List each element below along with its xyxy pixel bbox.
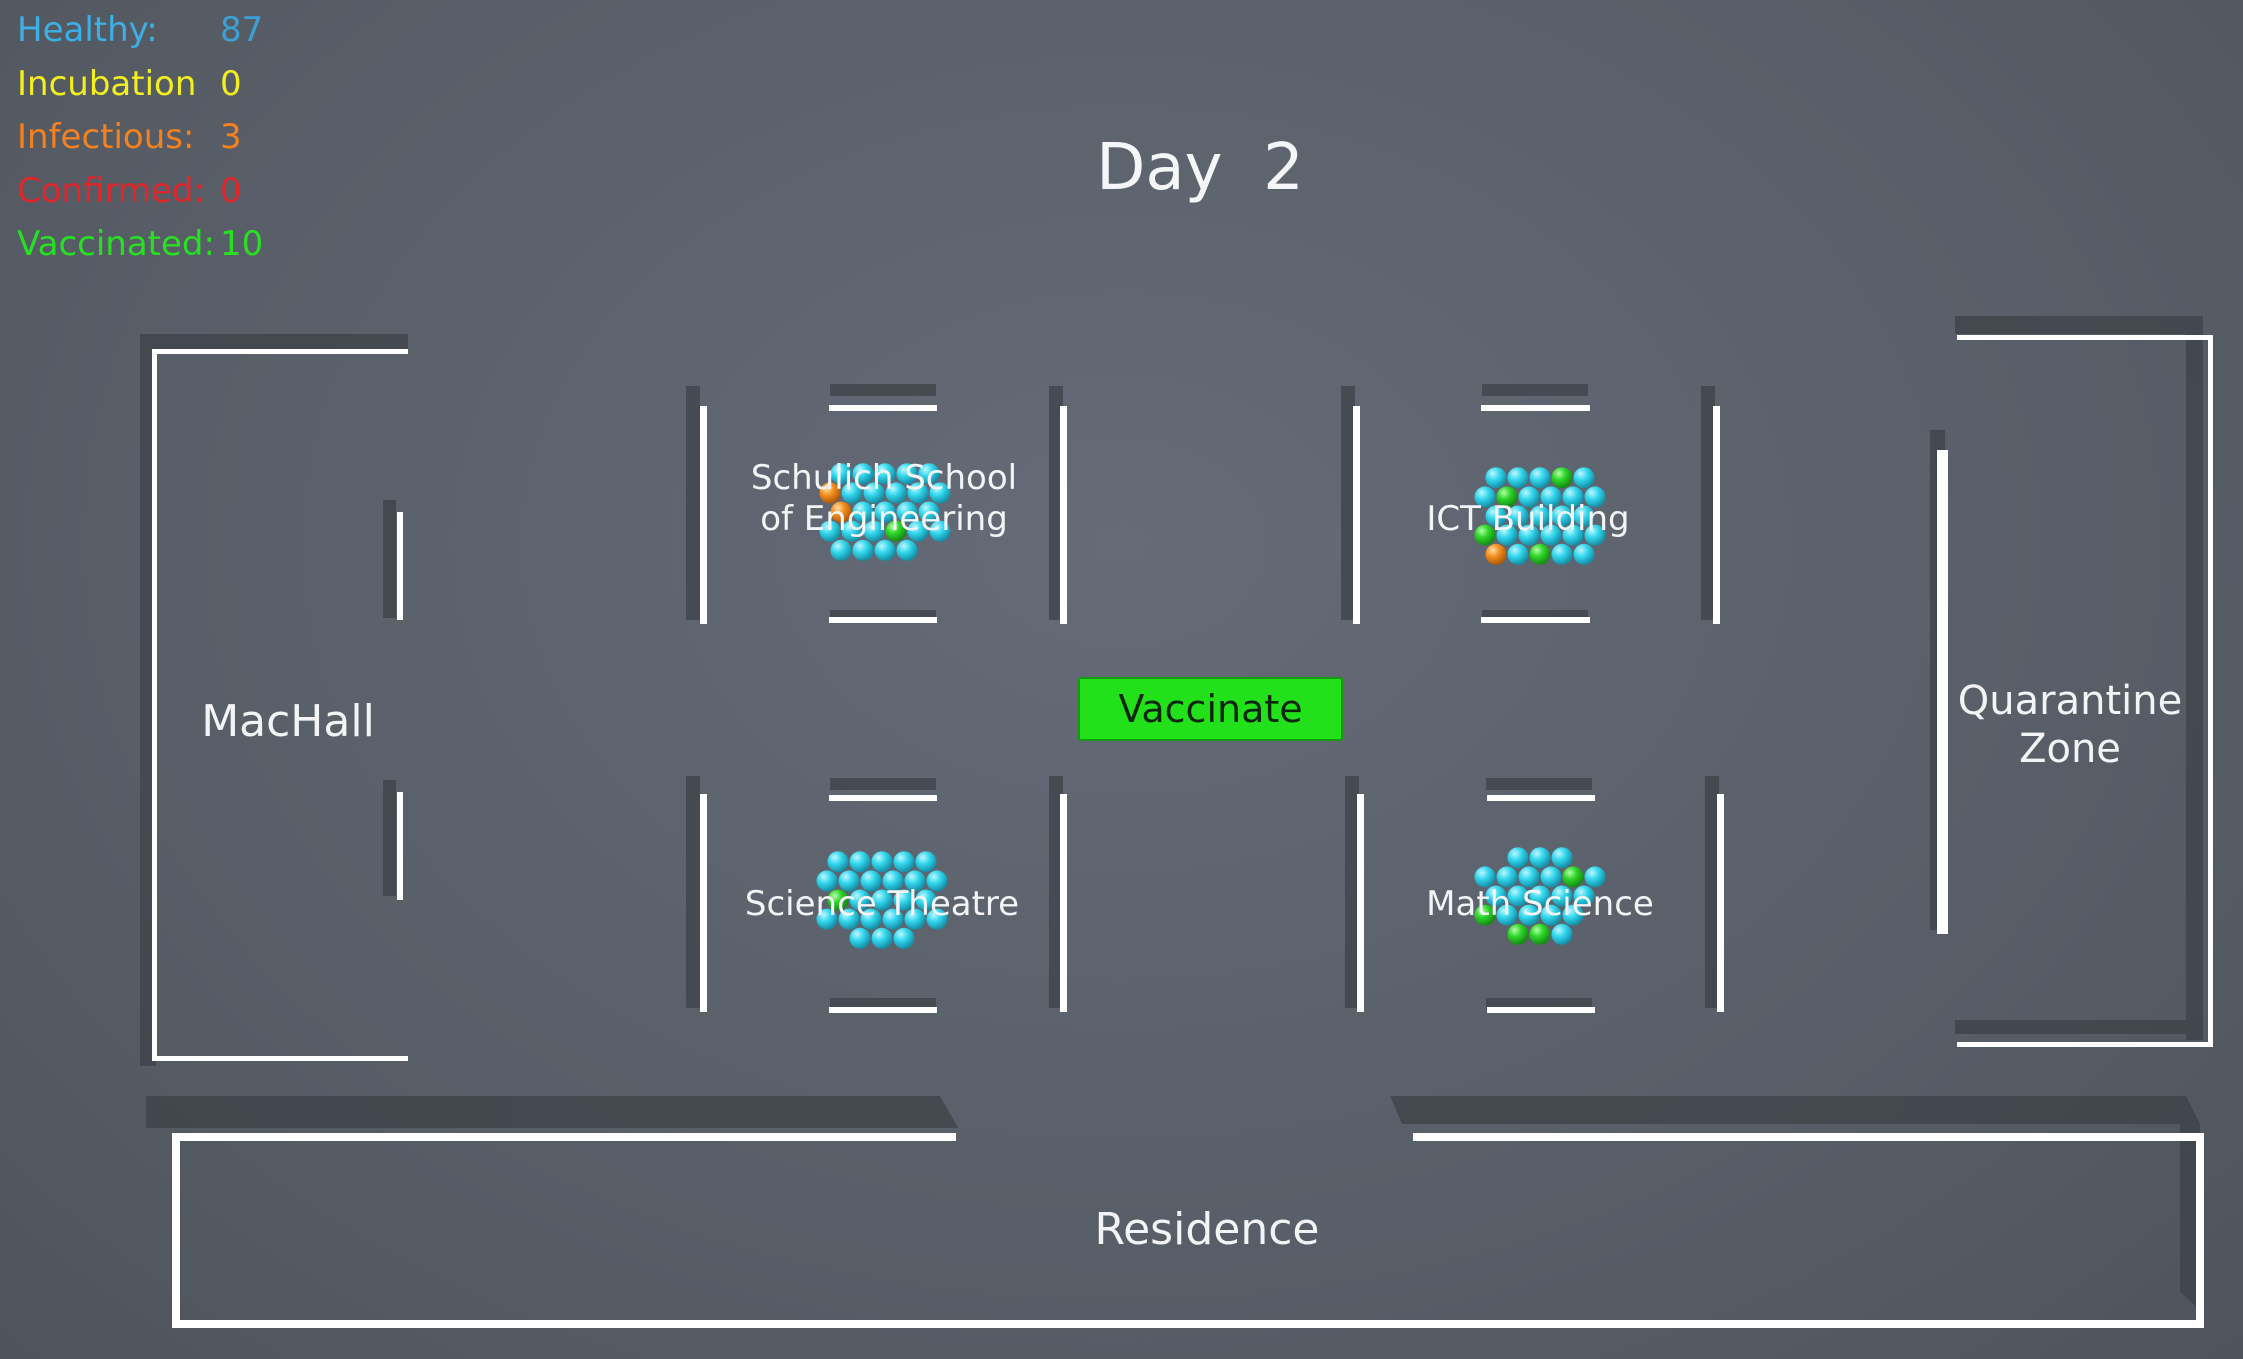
wall bbox=[152, 1056, 408, 1061]
wall bbox=[1937, 450, 1948, 934]
stat-incubation-value: 0 bbox=[220, 63, 242, 104]
stat-confirmed-label: Confirmed: bbox=[17, 170, 205, 211]
vaccinated-agent bbox=[1551, 467, 1573, 489]
day-counter: Day 2 bbox=[1096, 131, 1304, 205]
wall bbox=[1713, 406, 1720, 624]
vaccinated-agent bbox=[1529, 543, 1551, 565]
vaccinate-button[interactable]: Vaccinate bbox=[1078, 677, 1343, 741]
stat-vaccinated-label: Vaccinated: bbox=[17, 224, 215, 264]
wall bbox=[397, 512, 403, 620]
stat-infectious-label: Infectious: bbox=[17, 117, 195, 157]
zone-label-science-theatre: Science Theatre bbox=[745, 884, 1019, 924]
wall bbox=[172, 1133, 180, 1328]
zone-label-machall: MacHall bbox=[201, 696, 375, 747]
wall bbox=[829, 617, 937, 623]
wall bbox=[1957, 1042, 2213, 1047]
stat-confirmed-value: 0 bbox=[220, 170, 242, 211]
healthy-agent bbox=[1573, 543, 1595, 565]
wall bbox=[1487, 1007, 1595, 1013]
wall bbox=[172, 1133, 956, 1141]
vaccinated-agent bbox=[1507, 923, 1529, 945]
wall bbox=[829, 795, 937, 801]
healthy-agent bbox=[849, 851, 871, 873]
wall bbox=[1060, 406, 1067, 624]
stat-incubation-label: Incubation bbox=[17, 63, 197, 104]
walls bbox=[152, 335, 2213, 1328]
healthy-agent bbox=[871, 851, 893, 873]
stat-vaccinated-value: 10 bbox=[220, 224, 264, 264]
infectious-agent bbox=[1485, 543, 1507, 565]
wall bbox=[829, 405, 937, 411]
healthy-agent bbox=[874, 539, 896, 561]
wall bbox=[1717, 794, 1724, 1012]
healthy-agent bbox=[893, 851, 915, 873]
wall bbox=[152, 349, 408, 354]
healthy-agent bbox=[896, 539, 918, 561]
healthy-agent bbox=[1551, 923, 1573, 945]
wall bbox=[152, 349, 157, 1061]
healthy-agent bbox=[1507, 467, 1529, 489]
healthy-agent bbox=[827, 851, 849, 873]
wall bbox=[397, 792, 403, 900]
healthy-agent bbox=[871, 927, 893, 949]
wall bbox=[172, 1320, 2204, 1328]
healthy-agent bbox=[849, 927, 871, 949]
healthy-agent bbox=[1507, 543, 1529, 565]
wall bbox=[1353, 406, 1360, 624]
healthy-agent bbox=[852, 539, 874, 561]
wall bbox=[1481, 405, 1590, 411]
wall bbox=[2196, 1133, 2204, 1328]
wall bbox=[1413, 1133, 2204, 1141]
healthy-agent bbox=[915, 851, 937, 873]
zone-label-schulich-line2: of Engineering bbox=[760, 499, 1008, 539]
zone-label-schulich-line1: Schulich School bbox=[751, 458, 1017, 498]
wall bbox=[829, 1007, 937, 1013]
stat-infectious-value: 3 bbox=[220, 117, 242, 157]
wall bbox=[1487, 795, 1595, 801]
stat-healthy-value: 87 bbox=[220, 10, 264, 50]
healthy-agent bbox=[1529, 847, 1551, 869]
healthy-agent bbox=[893, 927, 915, 949]
healthy-agent bbox=[1529, 467, 1551, 489]
healthy-agent bbox=[1551, 847, 1573, 869]
vaccinated-agent bbox=[1529, 923, 1551, 945]
zone-label-quarantine-line2: Zone bbox=[2019, 726, 2121, 772]
healthy-agent bbox=[1551, 543, 1573, 565]
healthy-agent bbox=[1507, 847, 1529, 869]
wall-shadows bbox=[140, 316, 2203, 1310]
healthy-agent bbox=[1485, 467, 1507, 489]
wall bbox=[700, 406, 707, 624]
zone-label-residence: Residence bbox=[1095, 1204, 1320, 1255]
wall bbox=[1957, 335, 2213, 340]
wall bbox=[1357, 794, 1364, 1012]
wall bbox=[700, 794, 707, 1012]
wall bbox=[2208, 335, 2213, 1047]
healthy-agent bbox=[1573, 467, 1595, 489]
stat-healthy-label: Healthy: bbox=[17, 10, 158, 50]
zone-label-math-science: Math Science bbox=[1426, 884, 1654, 924]
wall bbox=[1481, 617, 1590, 623]
wall bbox=[1060, 794, 1067, 1012]
healthy-agent bbox=[830, 539, 852, 561]
zone-label-quarantine-line1: Quarantine bbox=[1958, 678, 2182, 724]
zone-label-ict: ICT Building bbox=[1426, 499, 1629, 539]
